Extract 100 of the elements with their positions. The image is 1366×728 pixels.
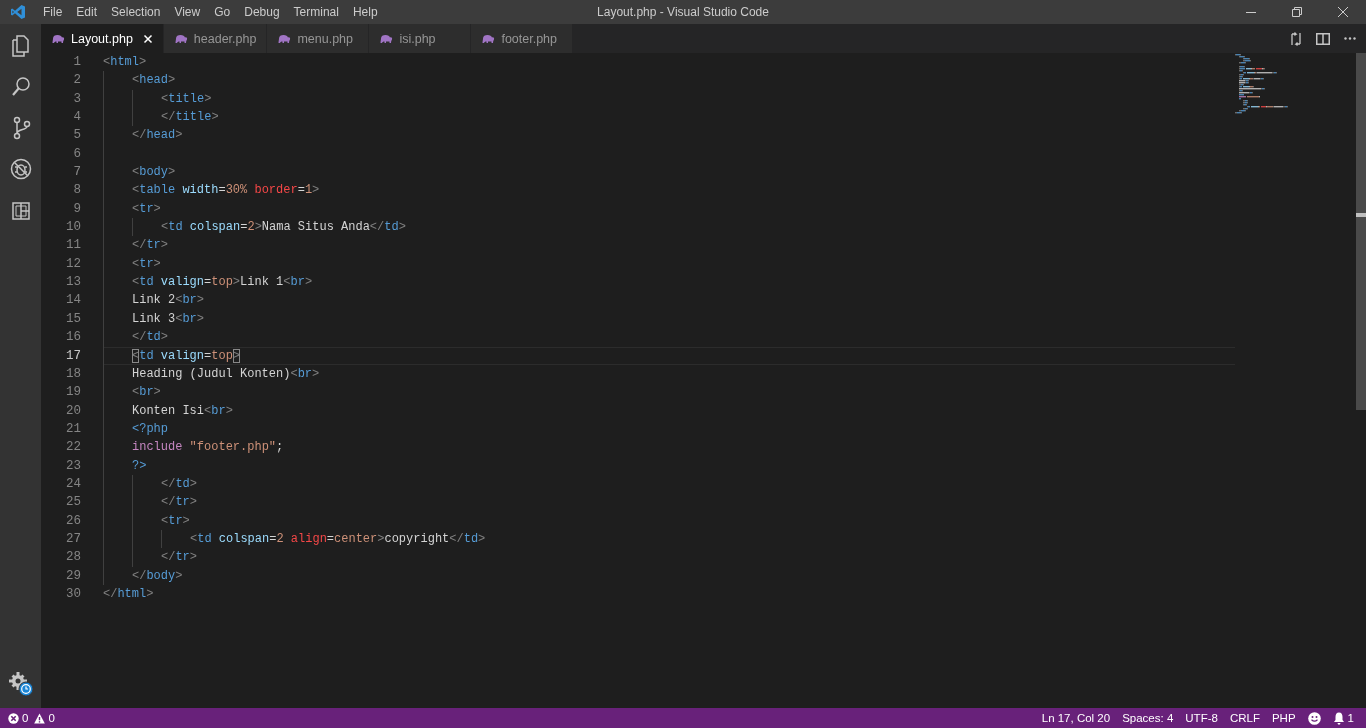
restore-icon (1292, 7, 1302, 17)
close-icon (1338, 7, 1348, 17)
line-number: 17 (65, 347, 81, 365)
menu-item[interactable]: Debug (237, 0, 287, 24)
code-line: <tr> (103, 512, 190, 529)
settings-icon (7, 670, 34, 697)
line-number: 13 (65, 274, 81, 292)
code-line: </head> (103, 127, 183, 144)
menu-item[interactable]: Edit (69, 0, 105, 24)
smiley-icon (1307, 711, 1321, 725)
code-line: </tr> (103, 494, 197, 511)
line-number: 3 (72, 90, 81, 108)
line-number: 16 (65, 329, 81, 347)
code-line: ?> (103, 457, 147, 474)
editor-tab[interactable]: footer.php (471, 24, 574, 53)
code-line: <table width=30% border=1> (103, 182, 320, 199)
line-number: 28 (65, 549, 81, 567)
line-number: 24 (65, 475, 81, 493)
elephant-icon (481, 32, 496, 45)
code-line: <head> (103, 72, 176, 89)
line-number: 14 (65, 292, 81, 310)
code-line: <body> (103, 164, 176, 181)
window-title: Layout.php - Visual Studio Code (597, 5, 769, 19)
code-line: <title> (103, 90, 212, 108)
code-line: </title> (103, 109, 219, 126)
elephant-icon (379, 32, 394, 45)
code-line: </html> (103, 585, 154, 603)
line-number: 19 (65, 384, 81, 402)
line-number: 20 (65, 402, 81, 420)
line-number: 27 (65, 530, 81, 548)
line-number: 25 (65, 494, 81, 512)
code-line: <?php (103, 420, 168, 438)
code-line: </td> (103, 475, 197, 493)
compare-arrows-icon (1288, 30, 1303, 47)
menu-item[interactable]: View (167, 0, 208, 24)
split-editor-icon (1315, 32, 1330, 45)
scrollbar-thumb[interactable] (1356, 53, 1366, 410)
no-bug-icon (9, 156, 32, 181)
status-item[interactable]: UTF-8 (1179, 708, 1224, 728)
line-number: 4 (72, 109, 81, 127)
line-number: 30 (65, 585, 81, 603)
menu-item[interactable]: Go (207, 0, 238, 24)
close-icon[interactable] (142, 33, 153, 44)
line-number: 21 (65, 420, 81, 438)
line-number: 12 (65, 255, 81, 273)
elephant-icon (277, 32, 292, 45)
line-number: 9 (72, 200, 81, 218)
code-line: include "footer.php"; (103, 439, 284, 456)
line-number: 10 (65, 219, 81, 237)
editor-tab[interactable]: menu.php (267, 24, 370, 53)
code-line: </tr> (103, 549, 197, 566)
code-line: <br> (103, 384, 161, 401)
code-line: <td valign=top> (103, 347, 241, 364)
line-number: 26 (65, 512, 81, 530)
status-item[interactable]: PHP (1265, 708, 1302, 728)
warning-icon (34, 712, 46, 724)
line-number: 23 (65, 457, 81, 475)
editor-tab[interactable]: isi.php (369, 24, 472, 53)
line-number: 29 (65, 567, 81, 585)
code-line: <td valign=top>Link 1<br> (103, 274, 313, 291)
code-line: <tr> (103, 200, 161, 218)
code-line: </body> (103, 567, 183, 584)
menu-item[interactable]: Terminal (286, 0, 346, 24)
code-line: <html> (103, 54, 147, 71)
line-number: 7 (72, 164, 81, 182)
code-line: Heading (Judul Konten)<br> (103, 365, 320, 383)
error-icon (8, 712, 19, 724)
code-line: </td> (103, 329, 168, 346)
line-number: 8 (72, 182, 81, 200)
code-line: Link 2<br> (103, 292, 205, 309)
elephant-icon (173, 32, 188, 45)
code-line: <tr> (103, 255, 161, 273)
more-icon (1343, 37, 1356, 40)
status-item[interactable]: Ln 17, Col 20 (1035, 708, 1117, 728)
editor-tab[interactable]: Layout.php (41, 24, 164, 53)
code-line: Link 3<br> (103, 310, 205, 328)
line-number: 11 (65, 237, 81, 255)
line-number: 18 (65, 365, 81, 383)
files-icon (9, 33, 32, 58)
line-number: 5 (72, 127, 81, 145)
line-number: 15 (65, 310, 81, 328)
menu-item[interactable]: Help (345, 0, 385, 24)
elephant-icon (51, 32, 65, 45)
vscode-logo-icon (10, 4, 26, 20)
status-item[interactable]: CRLF (1223, 708, 1266, 728)
code-line: </tr> (103, 237, 168, 254)
code-line: <td colspan=2 align=center>copyright</td> (103, 530, 486, 548)
status-item[interactable]: Spaces: 4 (1116, 708, 1180, 728)
code-line: <td colspan=2>Nama Situs Anda</td> (103, 219, 406, 236)
line-number: 2 (72, 72, 81, 90)
menu-item[interactable]: File (36, 0, 70, 24)
minimap-drawing (1235, 54, 1291, 114)
editor-tab[interactable]: header.php (163, 24, 268, 53)
bell-icon (1332, 711, 1345, 725)
problems-button[interactable]: 0 0 (8, 708, 61, 728)
menu-item[interactable]: Selection (104, 0, 168, 24)
line-number: 6 (72, 145, 81, 163)
line-number: 1 (72, 54, 81, 71)
code-line: Konten Isi<br> (103, 402, 233, 419)
notifications-button[interactable]: 1 (1326, 708, 1360, 728)
